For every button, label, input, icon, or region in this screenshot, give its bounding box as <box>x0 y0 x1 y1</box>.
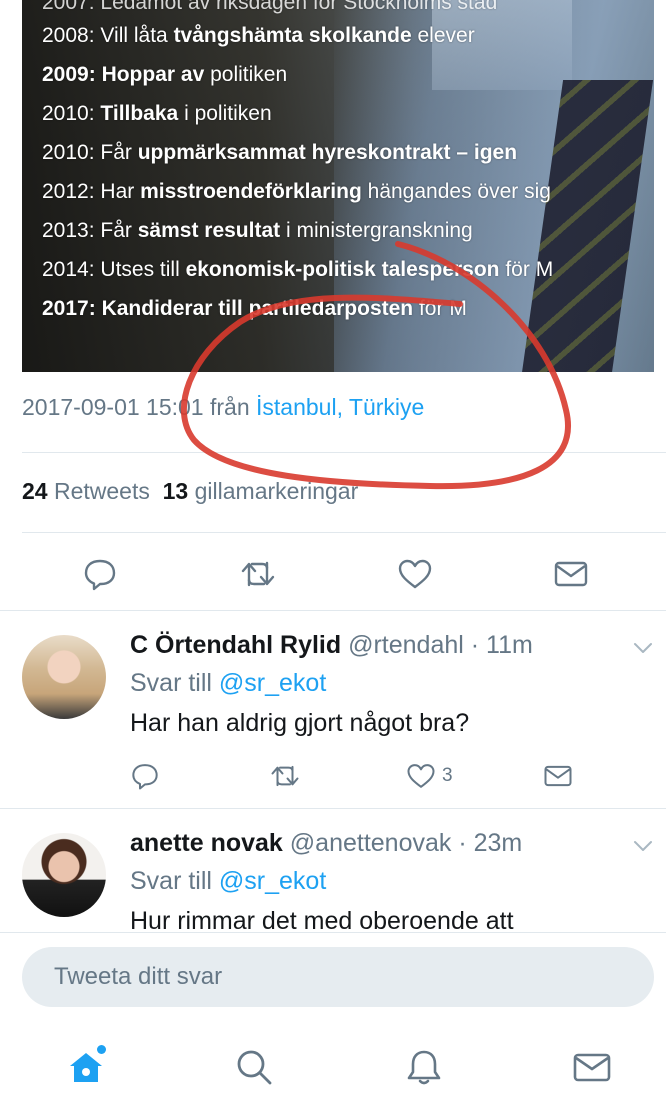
heart-icon <box>407 764 435 788</box>
tab-home[interactable] <box>66 1045 106 1087</box>
engagement-counts: 24 Retweets 13 gillamarkeringar <box>22 478 358 505</box>
bell-icon <box>407 1050 441 1085</box>
author-handle[interactable]: @anettenovak <box>290 829 452 857</box>
direct-message-button[interactable] <box>553 556 589 592</box>
reply-input-placeholder: Tweeta ditt svar <box>54 963 223 990</box>
tweet-timestamp: 2017-09-01 15:01 från İstanbul, Türkiye <box>22 394 424 421</box>
location-link[interactable]: İstanbul, Türkiye <box>256 394 424 420</box>
tweet-menu-button[interactable] <box>632 637 654 659</box>
reply-text: Har han aldrig gjort något bra? <box>130 709 470 737</box>
mention-link[interactable]: @sr_ekot <box>219 669 326 697</box>
mail-icon <box>573 1053 611 1082</box>
heart-icon <box>398 559 432 589</box>
reply-text: Hur rimmar det med oberoende att <box>130 907 514 932</box>
reply-to-line: Svar till @sr_ekot <box>130 669 327 697</box>
bottom-tab-bar <box>0 1033 666 1107</box>
reply-composer-area: Tweeta ditt svar <box>0 932 666 1107</box>
divider <box>22 452 666 453</box>
direct-message-button[interactable] <box>543 761 573 791</box>
author-handle[interactable]: @rtendahl <box>348 631 464 659</box>
mail-icon <box>554 561 588 587</box>
reply-icon <box>84 559 116 591</box>
divider <box>22 532 666 533</box>
dot-separator: · <box>463 631 487 659</box>
reply-author-line: anette novak @anettenovak · 23m <box>130 829 522 858</box>
like-count: 3 <box>442 765 453 786</box>
notification-dot <box>97 1045 106 1054</box>
retweets-count[interactable]: 24 Retweets <box>22 478 150 504</box>
avatar[interactable] <box>22 833 106 917</box>
author-name[interactable]: C Örtendahl Rylid <box>130 631 341 659</box>
search-icon <box>237 1050 272 1085</box>
dot-separator: · <box>451 829 474 857</box>
tweet-image[interactable]: 2007: Ledamot av riksdagen för Stockholm… <box>22 0 654 372</box>
mention-link[interactable]: @sr_ekot <box>219 867 326 895</box>
author-name[interactable]: anette novak <box>130 829 283 857</box>
retweet-icon <box>271 765 299 787</box>
likes-count[interactable]: 13 gillamarkeringar <box>163 478 359 504</box>
retweet-button[interactable] <box>240 556 276 592</box>
reply-button[interactable] <box>82 556 118 592</box>
reply-author-line: C Örtendahl Rylid @rtendahl · 11m <box>130 631 533 660</box>
chevron-down-icon <box>634 841 652 851</box>
tweet-time: 11m <box>486 631 533 659</box>
avatar[interactable] <box>22 635 106 719</box>
mail-icon <box>544 765 572 787</box>
timeline-row: 2017: Kandiderar till partiledarposten f… <box>42 297 467 320</box>
tweet-time: 23m <box>473 829 523 857</box>
timeline-row: 2012: Har misstroendeförklaring hängande… <box>42 180 551 203</box>
like-button[interactable]: 3 <box>406 761 453 791</box>
retweet-icon <box>241 561 275 587</box>
reply-input[interactable]: Tweeta ditt svar <box>22 947 654 1007</box>
reply-button[interactable] <box>130 761 160 791</box>
timeline-row: 2008: Vill låta tvångshämta skolkande el… <box>42 24 475 47</box>
reply-tweet[interactable]: C Örtendahl Rylid @rtendahl · 11m Svar t… <box>0 611 666 807</box>
chevron-down-icon <box>634 643 652 653</box>
image-timeline: 2007: Ledamot av riksdagen för Stockholm… <box>42 0 642 328</box>
timeline-row-partial: 2007: Ledamot av riksdagen för Stockholm… <box>42 0 498 14</box>
like-button[interactable] <box>397 556 433 592</box>
tab-messages[interactable] <box>572 1047 612 1087</box>
reply-to-line: Svar till @sr_ekot <box>130 867 327 895</box>
timeline-row: 2013: Får sämst resultat i ministergrans… <box>42 219 473 242</box>
tab-notifications[interactable] <box>404 1047 444 1087</box>
timeline-row: 2009: Hoppar av politiken <box>42 63 288 86</box>
timeline-row: 2014: Utses till ekonomisk-politisk tale… <box>42 258 554 281</box>
tweet-action-bar <box>0 548 666 596</box>
tweet-menu-button[interactable] <box>632 835 654 857</box>
reply-tweet[interactable]: anette novak @anettenovak · 23m Svar til… <box>0 809 666 932</box>
tab-search[interactable] <box>234 1047 274 1087</box>
timestamp-text: 2017-09-01 15:01 från <box>22 394 257 420</box>
timeline-row: 2010: Tillbaka i politiken <box>42 102 272 125</box>
reply-icon <box>132 764 158 790</box>
retweet-button[interactable] <box>270 761 300 791</box>
timeline-row: 2010: Får uppmärksammat hyreskontrakt – … <box>42 141 518 164</box>
